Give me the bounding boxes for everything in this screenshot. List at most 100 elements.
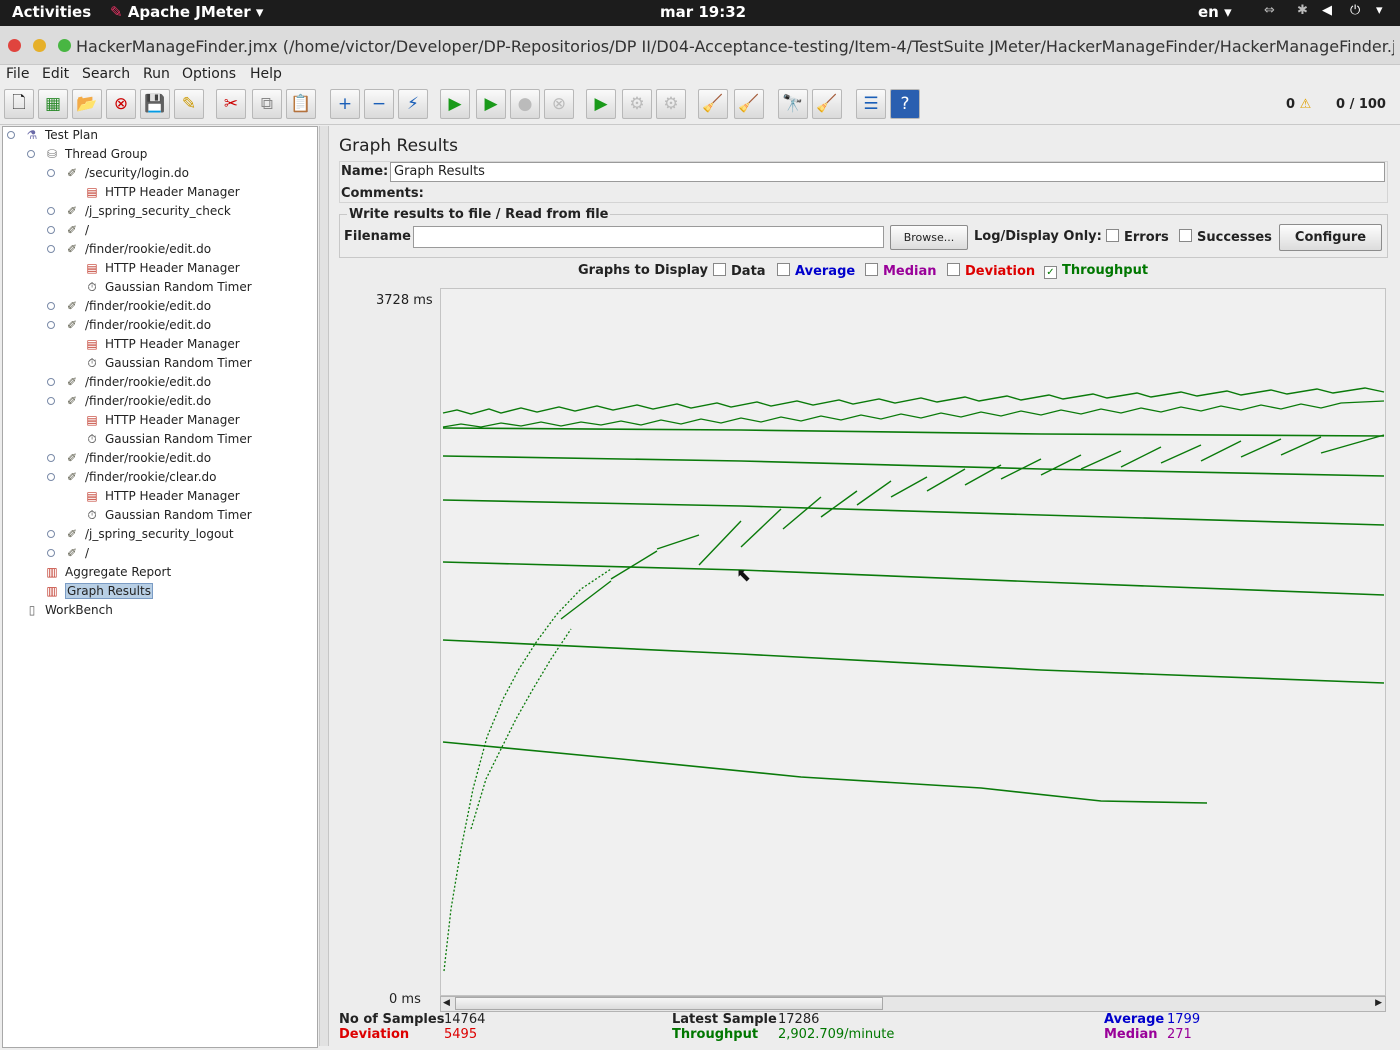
tree-node-sampler[interactable]: ✐/finder/rookie/edit.do	[64, 373, 211, 391]
remote-shutdown-icon[interactable]: ⚙	[656, 89, 686, 119]
menu-help[interactable]: Help	[250, 66, 282, 82]
browse-button[interactable]: Browse...	[890, 225, 968, 250]
remote-stop-icon[interactable]: ⚙	[622, 89, 652, 119]
tree-node-thread-group[interactable]: ⛁ Thread Group	[44, 145, 147, 163]
warning-counter[interactable]: 0 ⚠	[1286, 97, 1311, 112]
scrollbar-thumb[interactable]	[455, 997, 883, 1010]
close-window-button[interactable]	[8, 39, 21, 52]
errors-checkbox[interactable]: Errors	[1106, 229, 1169, 245]
activities-button[interactable]: Activities	[12, 3, 91, 21]
configure-button[interactable]: Configure	[1279, 224, 1382, 251]
search-icon[interactable]: 🔭	[778, 89, 808, 119]
new-icon[interactable]: 🗋	[4, 89, 34, 119]
tree-node-graph-results[interactable]: ▥ Graph Results	[44, 582, 153, 600]
median-checkbox[interactable]: Median	[865, 263, 937, 279]
tree-toggle[interactable]	[7, 131, 15, 139]
start-icon[interactable]: ▶	[440, 89, 470, 119]
clock[interactable]: mar 19:32	[660, 3, 746, 21]
tree-node-timer[interactable]: ⏱ Gaussian Random Timer	[84, 354, 251, 372]
menu-file[interactable]: File	[6, 66, 29, 82]
filename-input[interactable]	[413, 226, 884, 248]
start-no-pauses-icon[interactable]: ▶	[476, 89, 506, 119]
expand-all-icon[interactable]: +	[330, 89, 360, 119]
tree-toggle[interactable]	[47, 397, 55, 405]
network-icon[interactable]: ⇔	[1264, 3, 1275, 18]
tree-node-sampler[interactable]: ✐/j_spring_security_check	[64, 202, 231, 220]
menu-search[interactable]: Search	[82, 66, 130, 82]
comments-field[interactable]	[420, 183, 1385, 201]
menu-edit[interactable]: Edit	[42, 66, 69, 82]
tree-toggle[interactable]	[47, 473, 55, 481]
copy-icon[interactable]: ⧉	[252, 89, 282, 119]
tree-node-sampler[interactable]: ✐/j_spring_security_logout	[64, 525, 234, 543]
tree-toggle[interactable]	[47, 207, 55, 215]
tree-node-sampler[interactable]: ✐/finder/rookie/edit.do	[64, 392, 211, 410]
tree-node-header-manager[interactable]: ▤ HTTP Header Manager	[84, 335, 239, 353]
tree-toggle[interactable]	[47, 549, 55, 557]
successes-checkbox[interactable]: Successes	[1179, 229, 1272, 245]
chevron-down-icon[interactable]: ▾	[1376, 3, 1383, 18]
shutdown-icon[interactable]: ⊗	[544, 89, 574, 119]
open-icon[interactable]: 📂	[72, 89, 102, 119]
tree-node-sampler[interactable]: ✐/finder/rookie/edit.do	[64, 297, 211, 315]
tree-node-workbench[interactable]: ▯ WorkBench	[24, 601, 113, 619]
tree-toggle[interactable]	[47, 226, 55, 234]
language-indicator[interactable]: en ▾	[1198, 3, 1232, 21]
reset-search-icon[interactable]: 🧹	[812, 89, 842, 119]
stop-icon[interactable]: ●	[510, 89, 540, 119]
save-as-icon[interactable]: ✎	[174, 89, 204, 119]
tree-toggle[interactable]	[47, 530, 55, 538]
tree-toggle[interactable]	[27, 150, 35, 158]
tree-node-sampler[interactable]: ✐/finder/rookie/edit.do	[64, 449, 211, 467]
tree-node-header-manager[interactable]: ▤ HTTP Header Manager	[84, 487, 239, 505]
tree-node-timer[interactable]: ⏱ Gaussian Random Timer	[84, 278, 251, 296]
tree-node-sampler[interactable]: ✐ /	[64, 221, 89, 239]
remote-start-icon[interactable]: ▶	[586, 89, 616, 119]
close-file-icon[interactable]: ⊗	[106, 89, 136, 119]
tree-toggle[interactable]	[47, 169, 55, 177]
paste-icon[interactable]: 📋	[286, 89, 316, 119]
deviation-checkbox[interactable]: Deviation	[947, 263, 1035, 279]
collapse-all-icon[interactable]: −	[364, 89, 394, 119]
minimize-window-button[interactable]	[33, 39, 46, 52]
tree-node-aggregate-report[interactable]: ▥ Aggregate Report	[44, 563, 171, 581]
save-icon[interactable]: 💾	[140, 89, 170, 119]
tree-toggle[interactable]	[47, 378, 55, 386]
split-pane-divider[interactable]	[319, 126, 329, 1046]
graph-horizontal-scrollbar[interactable]: ◀ ▶	[440, 996, 1386, 1012]
tree-node-timer[interactable]: ⏱ Gaussian Random Timer	[84, 506, 251, 524]
help-icon[interactable]: ?	[890, 89, 920, 119]
tree-node-header-manager[interactable]: ▤ HTTP Header Manager	[84, 411, 239, 429]
volume-icon[interactable]: ◀	[1322, 3, 1332, 18]
menu-run[interactable]: Run	[143, 66, 170, 82]
tree-toggle[interactable]	[47, 245, 55, 253]
app-menu[interactable]: ✎ Apache JMeter ▾	[110, 3, 263, 21]
maximize-window-button[interactable]	[58, 39, 71, 52]
tree-node-sampler[interactable]: ✐/finder/rookie/edit.do	[64, 316, 211, 334]
scroll-left-icon[interactable]: ◀	[443, 998, 450, 1008]
throughput-checkbox[interactable]: ✓ Throughput	[1044, 263, 1148, 279]
tree-node-sampler[interactable]: ✐ /	[64, 544, 89, 562]
function-helper-icon[interactable]: ☰	[856, 89, 886, 119]
tree-node-sampler[interactable]: ✐/finder/rookie/clear.do	[64, 468, 217, 486]
name-field[interactable]: Graph Results	[390, 162, 1385, 182]
power-icon[interactable]: ⏻	[1350, 3, 1360, 18]
tree-toggle[interactable]	[47, 321, 55, 329]
tree-node-test-plan[interactable]: ⚗ Test Plan	[24, 126, 98, 144]
menu-options[interactable]: Options	[182, 66, 236, 82]
tree-toggle[interactable]	[47, 454, 55, 462]
tree-toggle[interactable]	[47, 302, 55, 310]
average-checkbox[interactable]: Average	[777, 263, 855, 279]
tree-node-header-manager[interactable]: ▤ HTTP Header Manager	[84, 183, 239, 201]
tree-node-sampler[interactable]: ✐/security/login.do	[64, 164, 189, 182]
toggle-icon[interactable]: ⚡	[398, 89, 428, 119]
tree-node-timer[interactable]: ⏱ Gaussian Random Timer	[84, 430, 251, 448]
cut-icon[interactable]: ✂	[216, 89, 246, 119]
clear-all-icon[interactable]: 🧹	[734, 89, 764, 119]
data-checkbox[interactable]: Data	[713, 263, 766, 279]
tree-node-sampler[interactable]: ✐/finder/rookie/edit.do	[64, 240, 211, 258]
scroll-right-icon[interactable]: ▶	[1375, 998, 1382, 1008]
clear-icon[interactable]: 🧹	[698, 89, 728, 119]
templates-icon[interactable]: ▦	[38, 89, 68, 119]
tree-node-header-manager[interactable]: ▤ HTTP Header Manager	[84, 259, 239, 277]
